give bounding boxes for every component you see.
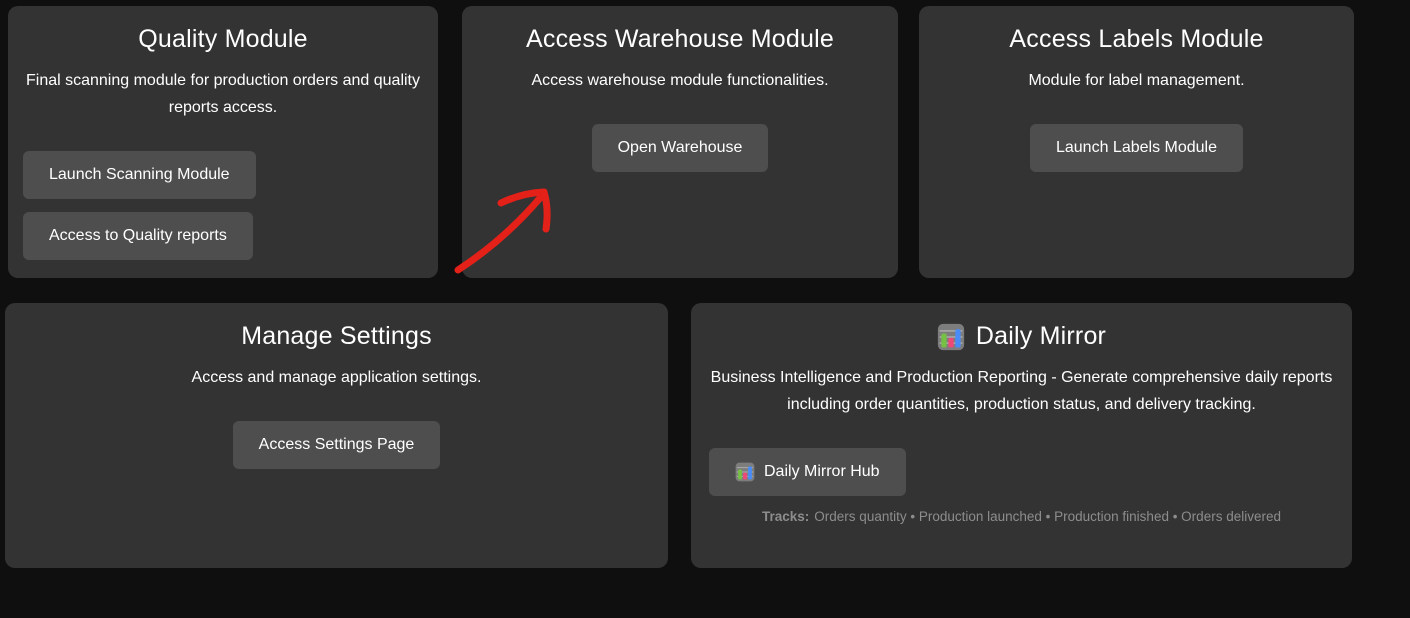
button-label: Access to Quality reports (49, 224, 227, 248)
card-title: Access Labels Module (919, 25, 1354, 54)
launch-labels-module-button[interactable]: Launch Labels Module (1030, 124, 1243, 172)
card-title-row: Daily Mirror (691, 322, 1352, 351)
card-labels-module: Access Labels Module Module for label ma… (919, 6, 1354, 278)
open-warehouse-button[interactable]: Open Warehouse (592, 124, 769, 172)
card-description: Final scanning module for production ord… (22, 67, 424, 121)
button-label: Daily Mirror Hub (764, 460, 880, 484)
card-daily-mirror: Daily Mirror Business Intelligence and P… (691, 303, 1352, 568)
card-title: Access Warehouse Module (462, 25, 898, 54)
daily-mirror-hub-button[interactable]: Daily Mirror Hub (709, 448, 906, 496)
button-label: Open Warehouse (618, 136, 743, 160)
card-title: Manage Settings (5, 322, 668, 351)
card-description: Business Intelligence and Production Rep… (709, 364, 1334, 418)
tracks-label: Tracks: (762, 509, 809, 524)
card-description: Module for label management. (936, 67, 1338, 94)
button-label: Launch Scanning Module (49, 163, 230, 187)
button-label: Access Settings Page (259, 433, 415, 457)
card-quality-module: Quality Module Final scanning module for… (8, 6, 438, 278)
tracks-text: Orders quantity • Production launched • … (814, 509, 1281, 524)
quality-buttons: Launch Scanning Module Access to Quality… (23, 151, 438, 260)
tracks-summary: Tracks: Orders quantity • Production laun… (691, 509, 1352, 524)
bar-chart-icon (937, 323, 965, 351)
launch-scanning-module-button[interactable]: Launch Scanning Module (23, 151, 256, 199)
card-description: Access warehouse module functionalities. (479, 67, 881, 94)
bar-chart-icon (735, 462, 755, 482)
card-description: Access and manage application settings. (136, 364, 538, 391)
daily-mirror-button-row: Daily Mirror Hub (709, 448, 1352, 496)
card-warehouse-module: Access Warehouse Module Access warehouse… (462, 6, 898, 278)
card-title: Daily Mirror (976, 322, 1106, 351)
button-label: Launch Labels Module (1056, 136, 1217, 160)
card-title: Quality Module (8, 25, 438, 54)
card-manage-settings: Manage Settings Access and manage applic… (5, 303, 668, 568)
access-quality-reports-button[interactable]: Access to Quality reports (23, 212, 253, 260)
access-settings-page-button[interactable]: Access Settings Page (233, 421, 441, 469)
module-dashboard: Quality Module Final scanning module for… (0, 0, 1410, 618)
